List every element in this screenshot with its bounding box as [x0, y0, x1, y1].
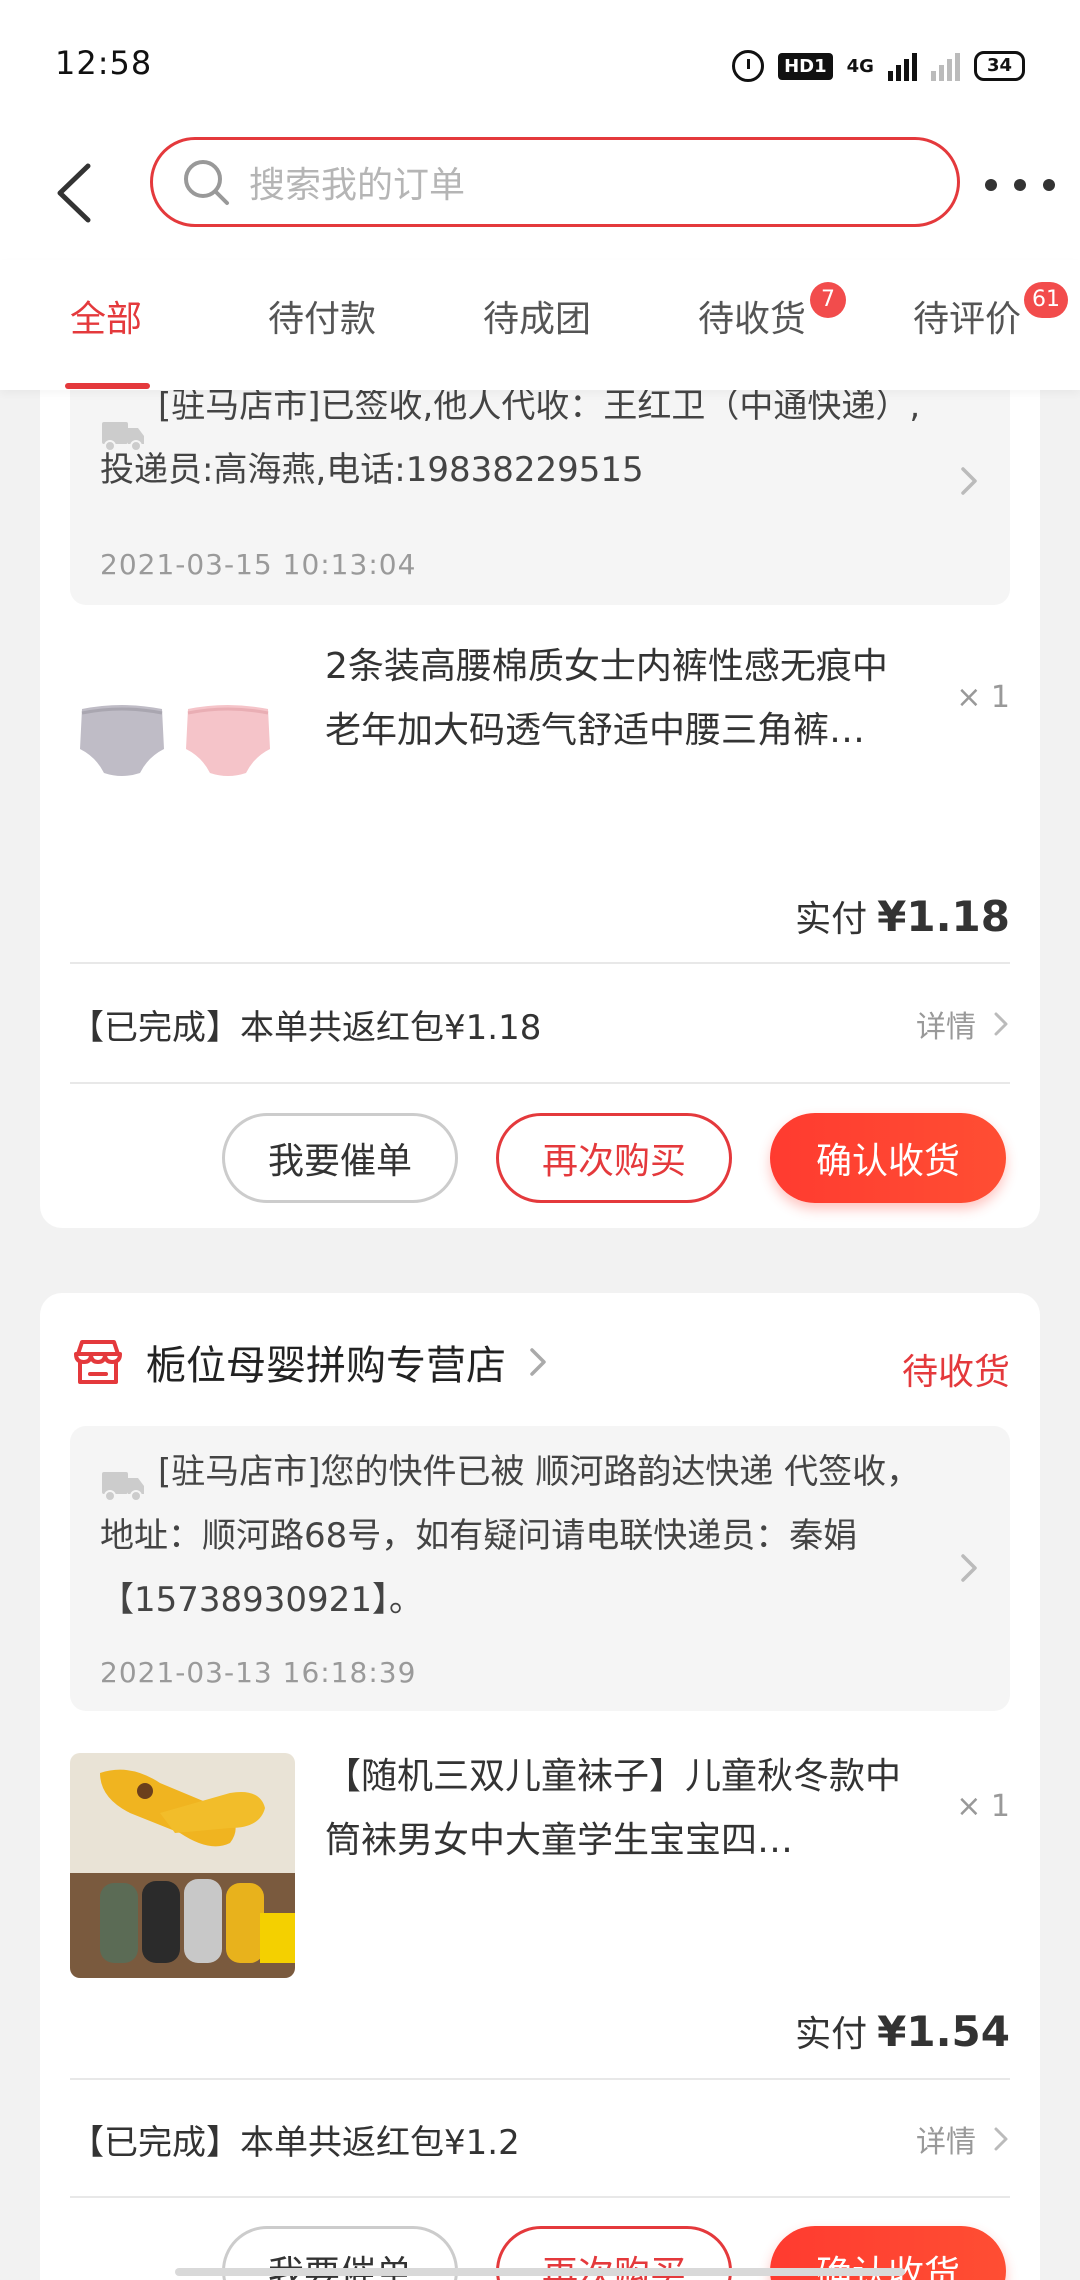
underwear-product-image	[70, 643, 295, 853]
logistics-panel[interactable]: [驻马店市]您的快件已被 顺河路韵达快递 代签收，地址：顺河路68号，如有疑问请…	[70, 1426, 1010, 1711]
shop-header[interactable]: 栀位母婴拼购专营店	[70, 1333, 548, 1391]
more-dot-icon	[1014, 179, 1026, 191]
pending-receipt-badge: 7	[810, 282, 846, 318]
status-icons: HD1 4G 34	[732, 46, 1025, 86]
back-button[interactable]	[50, 158, 100, 228]
product-quantity: × 1	[956, 1789, 1010, 1824]
redpacket-text: 【已完成】本单共返红包¥1.2	[70, 2123, 520, 2163]
shop-name: 栀位母婴拼购专营店	[146, 1343, 506, 1389]
home-indicator[interactable]	[175, 2268, 905, 2276]
alarm-icon	[732, 50, 765, 82]
confirm-receipt-button[interactable]: 确认收货	[770, 1113, 1006, 1203]
detail-label: 详情	[916, 1010, 976, 1045]
top-bar: 搜索我的订单	[0, 130, 1080, 260]
detail-label: 详情	[916, 2125, 976, 2160]
product-image[interactable]	[70, 1753, 295, 1978]
socks-product-image	[70, 1753, 295, 1978]
search-icon	[184, 160, 229, 205]
logistics-time: 2021-03-15 10:13:04	[100, 548, 417, 581]
chevron-right-icon	[530, 1348, 546, 1376]
status-bar: 12:58 HD1 4G 34	[0, 0, 1080, 130]
detail-link[interactable]: 详情	[916, 1002, 1010, 1046]
paid-amount-row: 实付 ¥1.18	[795, 890, 1010, 942]
divider	[70, 2196, 1010, 2198]
paid-amount-row: 实付 ¥1.54	[795, 2005, 1010, 2057]
redpacket-text: 【已完成】本单共返红包¥1.18	[70, 1008, 542, 1048]
pending-review-badge: 61	[1024, 282, 1068, 318]
hd-icon: HD1	[778, 52, 833, 80]
more-dot-icon	[1043, 179, 1055, 191]
chevron-left-icon	[57, 163, 91, 223]
signal-icon	[887, 51, 917, 81]
paid-amount: ¥1.54	[877, 2007, 1010, 2056]
tab-all[interactable]: 全部	[70, 290, 142, 342]
tab-pending-payment[interactable]: 待付款	[268, 290, 376, 342]
order-tabs: 全部 待付款 待成团 待收货 7 待评价 61	[0, 260, 1080, 390]
active-tab-indicator	[65, 383, 150, 389]
order-card: [驻马店市]已签收,他人代收：王红卫（中通快递）,投递员:高海燕,电话:1983…	[40, 340, 1040, 1228]
logistics-text: [驻马店市]已签收,他人代收：王红卫（中通快递）,投递员:高海燕,电话:1983…	[100, 386, 921, 490]
search-placeholder: 搜索我的订单	[249, 165, 466, 206]
chevron-right-icon	[994, 2127, 1008, 2151]
product-title[interactable]: 【随机三双儿童袜子】儿童秋冬款中筒袜男女中大童学生宝宝四…	[325, 1745, 915, 1873]
signal-empty-icon	[930, 51, 960, 81]
search-input[interactable]: 搜索我的订单	[150, 137, 960, 227]
buy-again-button[interactable]: 再次购买	[496, 1113, 732, 1203]
chevron-right-icon	[994, 1012, 1008, 1036]
order-status: 待收货	[901, 1352, 1010, 1393]
paid-label: 实付	[795, 899, 868, 940]
divider	[70, 2078, 1010, 2080]
tab-pending-receipt[interactable]: 待收货	[698, 290, 806, 342]
logistics-panel[interactable]: [驻马店市]已签收,他人代收：王红卫（中通快递）,投递员:高海燕,电话:1983…	[70, 360, 1010, 605]
logistics-time: 2021-03-13 16:18:39	[100, 1656, 417, 1689]
tab-pending-group[interactable]: 待成团	[483, 290, 591, 342]
tab-pending-review[interactable]: 待评价	[913, 290, 1021, 342]
chevron-right-icon	[961, 467, 977, 495]
chevron-right-icon	[961, 1554, 977, 1582]
urge-order-button[interactable]: 我要催单	[222, 1113, 458, 1203]
product-image[interactable]	[70, 643, 295, 853]
divider	[70, 1082, 1010, 1084]
more-button[interactable]	[985, 165, 1055, 205]
status-time: 12:58	[55, 44, 153, 82]
product-title[interactable]: 2条装高腰棉质女士内裤性感无痕中老年加大码透气舒适中腰三角裤…	[325, 635, 915, 763]
logistics-text: [驻马店市]您的快件已被 顺河路韵达快递 代签收，地址：顺河路68号，如有疑问请…	[100, 1452, 921, 1620]
paid-label: 实付	[795, 2014, 868, 2055]
paid-amount: ¥1.18	[877, 892, 1010, 941]
divider	[70, 962, 1010, 964]
store-icon	[74, 1340, 122, 1384]
more-dot-icon	[985, 179, 997, 191]
order-card: 栀位母婴拼购专营店 待收货 [驻马店市]您的快件已被 顺河路韵达快递 代签收，地…	[40, 1293, 1040, 2280]
detail-link[interactable]: 详情	[916, 2117, 1010, 2161]
network-type-label: 4G	[846, 55, 874, 77]
product-quantity: × 1	[956, 680, 1010, 715]
battery-icon: 34	[973, 51, 1025, 81]
